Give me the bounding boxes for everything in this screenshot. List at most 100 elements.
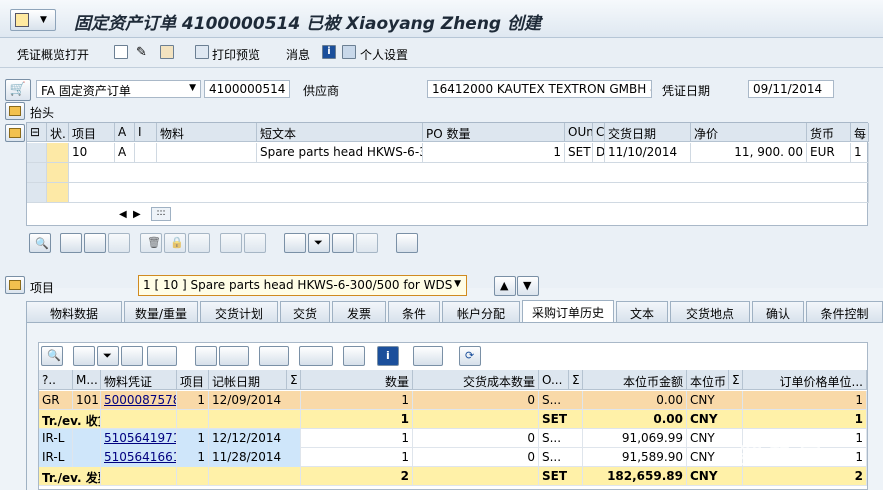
document-overview-button[interactable]: 凭证概览打开 bbox=[17, 46, 89, 62]
tab-quantity-weight[interactable]: 数量/重量 bbox=[124, 301, 198, 322]
cart-icon[interactable]: 🛒 bbox=[5, 79, 31, 101]
column-header-material[interactable]: 物料 bbox=[157, 123, 257, 142]
delivery-date-cell[interactable]: 11/10/2014 bbox=[605, 143, 691, 163]
sum-icon[interactable]: Σ bbox=[729, 370, 743, 390]
sum-icon[interactable]: Σ bbox=[287, 370, 301, 390]
column-header-oun[interactable]: OUn bbox=[565, 123, 593, 142]
tab-po-history[interactable]: 采购订单历史 bbox=[522, 300, 614, 323]
material-doc-cell[interactable]: 5000087578 bbox=[101, 391, 177, 410]
scroll-thumb[interactable]: ::: bbox=[151, 207, 171, 221]
column-header-currency[interactable]: 货币 bbox=[807, 123, 851, 142]
document-date-field[interactable]: 09/11/2014 bbox=[748, 80, 834, 98]
previous-item-button[interactable]: ▲ bbox=[494, 276, 516, 296]
select-all-button[interactable] bbox=[60, 233, 82, 253]
collapse-item-detail-button[interactable] bbox=[5, 276, 25, 294]
column-header-c[interactable]: C bbox=[593, 123, 605, 142]
details-button[interactable]: 🔍 bbox=[29, 233, 51, 253]
tab-delivery[interactable]: 交货 bbox=[280, 301, 330, 322]
per-cell[interactable]: 1 bbox=[851, 143, 869, 163]
column-header-material-doc[interactable]: 物料凭证 bbox=[101, 370, 177, 390]
empty-row[interactable] bbox=[69, 183, 869, 203]
scroll-left-icon[interactable]: ◀ bbox=[119, 209, 127, 220]
account-assignment-cell[interactable]: A bbox=[115, 143, 135, 163]
tab-conditions[interactable]: 条件 bbox=[388, 301, 440, 322]
column-header-po-qty[interactable]: PO 数量 bbox=[423, 123, 565, 142]
new-document-icon[interactable] bbox=[114, 45, 128, 59]
graphic-button[interactable] bbox=[343, 346, 365, 366]
material-doc-cell[interactable]: 5105641661 bbox=[101, 448, 177, 467]
info-button[interactable]: i bbox=[377, 346, 399, 366]
order-number-field[interactable]: 4100000514 bbox=[204, 80, 290, 98]
system-menu-button[interactable]: ▼ bbox=[10, 9, 56, 31]
net-price-cell[interactable]: 11, 900. 00 bbox=[691, 143, 807, 163]
column-header-delivery-date[interactable]: 交货日期 bbox=[605, 123, 691, 142]
unlock-button[interactable] bbox=[188, 233, 210, 253]
select-block-button[interactable] bbox=[108, 233, 130, 253]
column-header-local-currency[interactable]: 本位币 bbox=[687, 370, 729, 390]
next-item-button[interactable]: ▼ bbox=[517, 276, 539, 296]
export-button[interactable] bbox=[259, 346, 289, 366]
layout-button[interactable] bbox=[299, 346, 333, 366]
collapse-items-button[interactable] bbox=[5, 124, 25, 142]
default-values-button[interactable] bbox=[396, 233, 418, 253]
tab-invoice[interactable]: 发票 bbox=[332, 301, 386, 322]
column-header-local-amount[interactable]: 本位币金额 bbox=[583, 370, 687, 390]
tab-condition-control[interactable]: 条件控制 bbox=[806, 301, 883, 322]
copy-button[interactable] bbox=[220, 233, 242, 253]
column-header-short-text[interactable]: 短文本 bbox=[257, 123, 423, 142]
scroll-right-icon[interactable]: ▶ bbox=[133, 209, 141, 220]
delete-button[interactable]: 🗑 bbox=[140, 233, 162, 253]
tab-texts[interactable]: 文本 bbox=[616, 301, 668, 322]
document-button[interactable] bbox=[413, 346, 443, 366]
expand-header-button[interactable] bbox=[5, 102, 25, 120]
set-filter-button[interactable] bbox=[147, 346, 177, 366]
find-button[interactable] bbox=[121, 346, 143, 366]
sort-button[interactable] bbox=[284, 233, 306, 253]
views-button[interactable] bbox=[219, 346, 249, 366]
personal-settings-button[interactable]: 个人设置 bbox=[360, 46, 408, 62]
print-button[interactable] bbox=[195, 346, 217, 366]
material-doc-cell[interactable] bbox=[101, 410, 177, 429]
tab-account-assignment[interactable]: 帐户分配 bbox=[442, 301, 520, 322]
item-category-cell[interactable] bbox=[135, 143, 157, 163]
item-number-cell[interactable]: 10 bbox=[69, 143, 115, 163]
empty-row[interactable] bbox=[69, 163, 869, 183]
column-header-per[interactable]: 每 bbox=[851, 123, 869, 142]
print-preview-button[interactable]: 打印预览 bbox=[212, 46, 260, 62]
messages-button[interactable]: 消息 bbox=[286, 46, 310, 62]
po-qty-cell[interactable]: 1 bbox=[423, 143, 565, 163]
tab-delivery-schedule[interactable]: 交货计划 bbox=[200, 301, 278, 322]
column-header-item[interactable]: 项目 bbox=[177, 370, 209, 390]
lock-button[interactable]: 🔒 bbox=[164, 233, 186, 253]
material-doc-cell[interactable]: 5105641971 bbox=[101, 429, 177, 448]
oun-cell[interactable]: SET bbox=[565, 143, 593, 163]
material-cell[interactable] bbox=[157, 143, 257, 163]
sort-ascending-button[interactable] bbox=[73, 346, 95, 366]
details-button[interactable]: 🔍 bbox=[41, 346, 63, 366]
sum-icon[interactable]: Σ bbox=[569, 370, 583, 390]
row-selector[interactable] bbox=[27, 163, 47, 183]
filter-button[interactable]: ⏷ bbox=[97, 346, 119, 366]
set-filter-button[interactable] bbox=[332, 233, 354, 253]
material-doc-cell[interactable] bbox=[101, 467, 177, 486]
column-header-a[interactable]: A bbox=[115, 123, 135, 142]
column-header-posting-date[interactable]: 记帐日期 bbox=[209, 370, 287, 390]
remove-filter-button[interactable] bbox=[356, 233, 378, 253]
column-header-movement[interactable]: M... bbox=[73, 370, 101, 390]
column-header-quantity[interactable]: 数量 bbox=[301, 370, 413, 390]
filter-button[interactable]: ⏷ bbox=[308, 233, 330, 253]
deselect-all-button[interactable] bbox=[84, 233, 106, 253]
column-header-type[interactable]: ?.. bbox=[39, 370, 73, 390]
edit-icon[interactable]: ✎ bbox=[136, 45, 150, 60]
paste-button[interactable] bbox=[244, 233, 266, 253]
row-selector[interactable] bbox=[27, 183, 47, 203]
tab-confirmations[interactable]: 确认 bbox=[752, 301, 804, 322]
currency-cell[interactable]: EUR bbox=[807, 143, 851, 163]
grid-settings-icon[interactable]: ⊟ bbox=[27, 123, 47, 142]
tab-delivery-address[interactable]: 交货地点 bbox=[670, 301, 750, 322]
column-header-i[interactable]: I bbox=[135, 123, 157, 142]
refresh-button[interactable]: ⟳ bbox=[459, 346, 481, 366]
short-text-cell[interactable]: Spare parts head HKWS-6-3... bbox=[257, 143, 423, 163]
tab-material-data[interactable]: 物料数据 bbox=[26, 301, 122, 322]
other-document-icon[interactable] bbox=[160, 45, 174, 59]
